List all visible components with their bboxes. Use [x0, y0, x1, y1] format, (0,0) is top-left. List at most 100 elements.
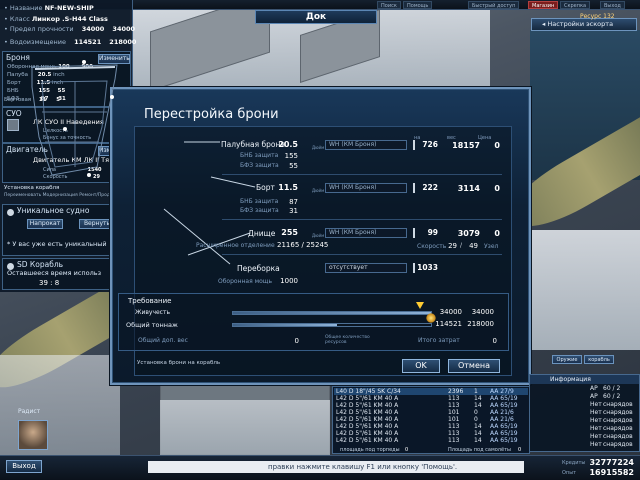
deck-armor-value[interactable]: 20.5 [276, 140, 298, 149]
info-ammo-type: Нет [590, 417, 602, 424]
info-ammo-type: Нет [590, 409, 602, 416]
weapon-stat-2: 0 [474, 409, 478, 416]
radio-operator-avatar [18, 420, 48, 450]
divider [222, 174, 502, 175]
weapon-ammo: AA 21/6 [490, 409, 514, 416]
deck-armor-na: 726 [413, 140, 440, 150]
weapon-name: L42 D 5"/61 KM 40 A [336, 409, 399, 416]
install-actions[interactable]: Переименовать Модернизация Ремонт/Продаж… [4, 193, 120, 198]
help-button[interactable]: Помощь [403, 1, 433, 9]
survivability-max: 34000 [471, 308, 494, 316]
side-bnb-label: БНБ защита [240, 198, 279, 205]
total-cost-value: 0 [492, 337, 497, 345]
weapon-stat-2: 14 [474, 402, 482, 409]
weapon-ammo: AA 65/19 [490, 430, 518, 437]
info-ammo-count: 60 / 2 [603, 385, 621, 392]
weapon-stat-2: 14 [474, 395, 482, 402]
weapon-stat-1: 101 [448, 416, 460, 423]
hull-cross-section-diagram [31, 60, 118, 177]
displacement-row: • Водоизмещение 114521 218000 [4, 38, 136, 46]
weapon-stat-1: 113 [448, 423, 460, 430]
survivability-label: Живучесть [135, 309, 171, 316]
bottom-armor-unit: Дюйм [312, 233, 325, 238]
weapon-ammo: AA 65/19 [490, 423, 518, 430]
weapon-ammo: AA 65/19 [490, 402, 518, 409]
escort-settings-label: Настройки эскорта [547, 20, 614, 28]
class-label: • Класс [4, 15, 30, 23]
install-label: Установка корабля [4, 185, 60, 191]
bottom-armor-material-field[interactable]: WH (КМ Броня) [325, 228, 407, 238]
weapon-name: L42 D 5"/61 KM 40 A [336, 423, 399, 430]
unique-ship-heading: Уникальное судно [17, 206, 90, 215]
info-ammo-count: снарядов [603, 441, 633, 448]
ok-button[interactable]: OK [402, 359, 440, 373]
tab-weapons[interactable]: Оружие [552, 355, 582, 364]
bottom-armor-weight: 3079 [457, 229, 480, 238]
cancel-button[interactable]: Отмена [448, 359, 500, 373]
limit-value: 34000 [81, 25, 105, 33]
deck-armor-cost: 0 [494, 141, 500, 150]
experience-value: 16915582 [589, 468, 634, 477]
info-ammo-count: снарядов [603, 417, 633, 424]
quick-access-button[interactable]: Быстрый доступ [468, 1, 520, 9]
deck-bnb-label: БНБ защита [240, 152, 279, 159]
weapon-name: L42 D 5"/61 KM 40 A [336, 430, 399, 437]
displacement-max: 218000 [109, 38, 137, 46]
exit-button[interactable]: Выход [6, 460, 42, 473]
weapon-stat-2: 14 [474, 423, 482, 430]
rent-button[interactable]: Напрокат [27, 219, 63, 229]
weapon-stat-2: 1 [474, 388, 478, 395]
tonnage-bar-fill [233, 324, 337, 326]
side-armor-value[interactable]: 11.5 [276, 183, 298, 192]
shop-button[interactable]: Магазин [528, 1, 559, 9]
footer-note: Установка брони на корабль [137, 360, 221, 366]
bulkhead-na: 1033 [413, 263, 440, 273]
info-ammo-count: 60 / 2 [603, 393, 621, 400]
deck-armor-material-field[interactable]: WH (КМ Броня) [325, 140, 407, 150]
dialog-title: Перестройка брони [144, 107, 279, 122]
bottom-armor-na: 99 [413, 228, 440, 238]
class-row: • Класс Линкор .S-H44 Class [4, 15, 108, 23]
bottom-armor-value[interactable]: 255 [276, 228, 298, 237]
side-armor-material-field[interactable]: WH (КМ Броня) [325, 183, 407, 193]
help-ticker: правки нажмите клавишу F1 или кнопку 'По… [148, 461, 524, 473]
tonnage-bar [232, 323, 432, 327]
info-ammo-count: снарядов [603, 433, 633, 440]
torpedo-area-label: площадь под торпеды [340, 447, 400, 453]
tonnage-current: 114521 [435, 320, 462, 328]
weapon-stat-2: 14 [474, 437, 482, 444]
speed-current: 29 [448, 242, 457, 250]
weapon-stat-1: 113 [448, 437, 460, 444]
snow-field [530, 230, 640, 350]
side-bnb-value: 87 [289, 198, 298, 206]
side-armor-label: Борт [256, 183, 275, 192]
class-value: Линкор .S-H44 Class [31, 15, 108, 23]
info-heading: Информация [530, 375, 639, 384]
side-armor-na: 222 [413, 183, 440, 193]
info-ammo-type: Нет [590, 401, 602, 408]
divider [222, 254, 502, 255]
defense-power-value: 1000 [280, 277, 298, 285]
deck-armor-weight: 18157 [452, 141, 480, 150]
weapon-stat-1: 113 [448, 395, 460, 402]
clip-button[interactable]: Скрепка [560, 1, 591, 9]
total-resources-label: Общее количество ресурсов [325, 335, 370, 345]
bulkhead-material-field[interactable]: отсутствует [325, 263, 407, 273]
credits-label: Кредиты [562, 460, 586, 466]
displacement-label: • Водоизмещение [4, 38, 66, 46]
name-value: NF-NEW-SHIP [44, 4, 94, 12]
weapon-ammo: AA 65/19 [490, 437, 518, 444]
search-button[interactable]: Поиск [377, 1, 401, 9]
weapon-name: L42 D 5"/61 KM 40 A [336, 437, 399, 444]
side-bfz-value: 31 [289, 207, 298, 215]
logout-button[interactable]: Выход [600, 1, 625, 9]
survivability-current: 34000 [439, 308, 462, 316]
survivability-bar [232, 311, 432, 315]
radio-operator-label: Радист [18, 408, 41, 415]
bottom-armor-label: Днище [248, 229, 276, 238]
tab-ship[interactable]: корабль [584, 355, 614, 364]
radio-icon[interactable] [7, 209, 14, 216]
deck-bnb-value: 155 [284, 152, 298, 160]
name-label: • Название [4, 4, 43, 12]
dock-title: Док [255, 10, 377, 24]
